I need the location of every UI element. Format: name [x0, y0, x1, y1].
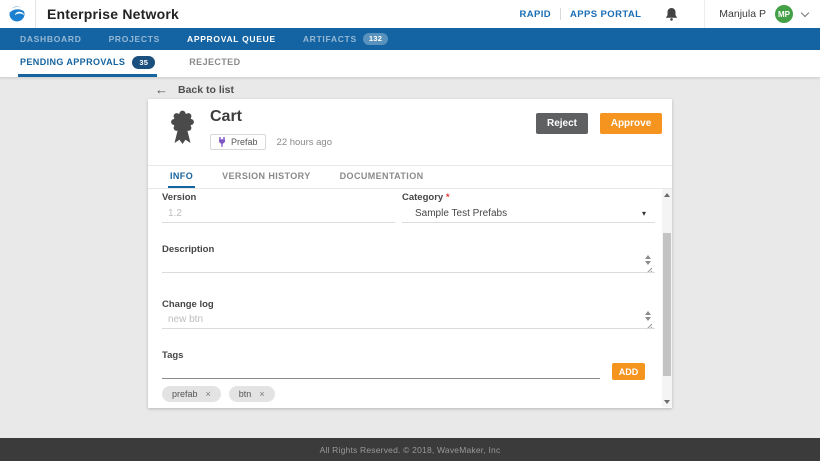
rapid-link[interactable]: RAPID [519, 9, 551, 20]
artifacts-count-badge: 132 [363, 33, 388, 45]
nav-item-projects[interactable]: PROJECTS [109, 34, 160, 44]
app-title: Enterprise Network [47, 6, 179, 22]
main-nav: DASHBOARD PROJECTS APPROVAL QUEUE ARTIFA… [0, 28, 820, 50]
tab-rejected[interactable]: REJECTED [187, 50, 242, 77]
tags-underline [162, 378, 600, 379]
scrollbar-thumb[interactable] [663, 233, 671, 376]
prefab-type-badge: Prefab [210, 134, 266, 150]
copyright-text: All Rights Reserved. © 2018, WaveMaker, … [320, 445, 501, 455]
page-footer: All Rights Reserved. © 2018, WaveMaker, … [0, 438, 820, 461]
tag-chip: prefab × [162, 386, 221, 402]
version-field: 1.2 [168, 208, 182, 219]
user-divider [704, 0, 705, 28]
bell-icon [665, 7, 678, 21]
changelog-textarea[interactable]: new btn [168, 314, 203, 325]
nav-item-artifacts[interactable]: ARTIFACTS 132 [303, 33, 388, 45]
avatar[interactable]: MP [775, 5, 793, 23]
category-select[interactable]: Sample Test Prefabs [415, 208, 507, 219]
meta-row: Prefab 22 hours ago [210, 134, 332, 150]
version-underline [162, 222, 395, 223]
subtab-bar: PENDING APPROVALS 35 REJECTED [0, 50, 820, 78]
tab-version-history[interactable]: VERSION HISTORY [220, 166, 313, 188]
user-name: Manjula P [719, 8, 766, 20]
version-label: Version [162, 192, 196, 203]
add-tag-button[interactable]: ADD [612, 363, 645, 380]
category-underline [402, 222, 655, 223]
changelog-spinner-icon[interactable] [643, 311, 652, 321]
tag-chip: btn × [229, 386, 275, 402]
scroll-down-icon[interactable] [664, 400, 670, 404]
changelog-label: Change log [162, 299, 214, 310]
remove-tag-icon[interactable]: × [259, 390, 264, 399]
select-caret-icon[interactable]: ▾ [642, 209, 646, 218]
chevron-down-icon[interactable] [801, 9, 809, 17]
description-spinner-icon[interactable] [643, 255, 652, 265]
header-divider [35, 0, 36, 28]
tab-pending-approvals[interactable]: PENDING APPROVALS 35 [18, 50, 157, 77]
time-ago: 22 hours ago [277, 137, 332, 148]
scroll-up-icon[interactable] [664, 193, 670, 197]
back-to-list-link[interactable]: ← Back to list [155, 83, 234, 96]
nav-item-approval-queue[interactable]: APPROVAL QUEUE [187, 34, 276, 44]
description-underline [162, 272, 655, 273]
approve-button[interactable]: Approve [600, 113, 662, 134]
link-divider [560, 8, 561, 20]
tab-documentation[interactable]: DOCUMENTATION [338, 166, 426, 188]
info-form: Version 1.2 Category * Sample Test Prefa… [148, 188, 672, 407]
detail-tabs: INFO VERSION HISTORY DOCUMENTATION [148, 165, 672, 188]
changelog-underline [162, 328, 655, 329]
nav-item-dashboard[interactable]: DASHBOARD [20, 34, 82, 44]
notifications-button[interactable] [665, 7, 678, 21]
tags-label: Tags [162, 350, 183, 361]
main-content: ← Back to list Cart [0, 78, 820, 438]
remove-tag-icon[interactable]: × [206, 390, 211, 399]
reject-button[interactable]: Reject [536, 113, 588, 134]
card-header: Cart Prefab 22 hours ago Reject Approve [148, 99, 672, 165]
required-asterisk: * [446, 192, 450, 203]
pending-count-badge: 35 [132, 56, 155, 69]
apps-portal-link[interactable]: APPS PORTAL [570, 9, 641, 20]
artifact-detail-card: Cart Prefab 22 hours ago Reject Approve … [148, 99, 672, 408]
description-label: Description [162, 244, 214, 255]
tab-info[interactable]: INFO [168, 166, 195, 188]
tag-chips: prefab × btn × [162, 386, 283, 402]
category-label: Category * [402, 192, 450, 203]
wavemaker-logo-icon [8, 5, 26, 23]
rosette-icon [169, 110, 196, 145]
back-arrow-icon: ← [155, 83, 168, 96]
form-scrollbar[interactable] [662, 189, 672, 407]
prefab-plug-icon [218, 137, 226, 147]
artifact-title: Cart [210, 108, 242, 126]
top-header: Enterprise Network RAPID APPS PORTAL Man… [0, 0, 820, 28]
